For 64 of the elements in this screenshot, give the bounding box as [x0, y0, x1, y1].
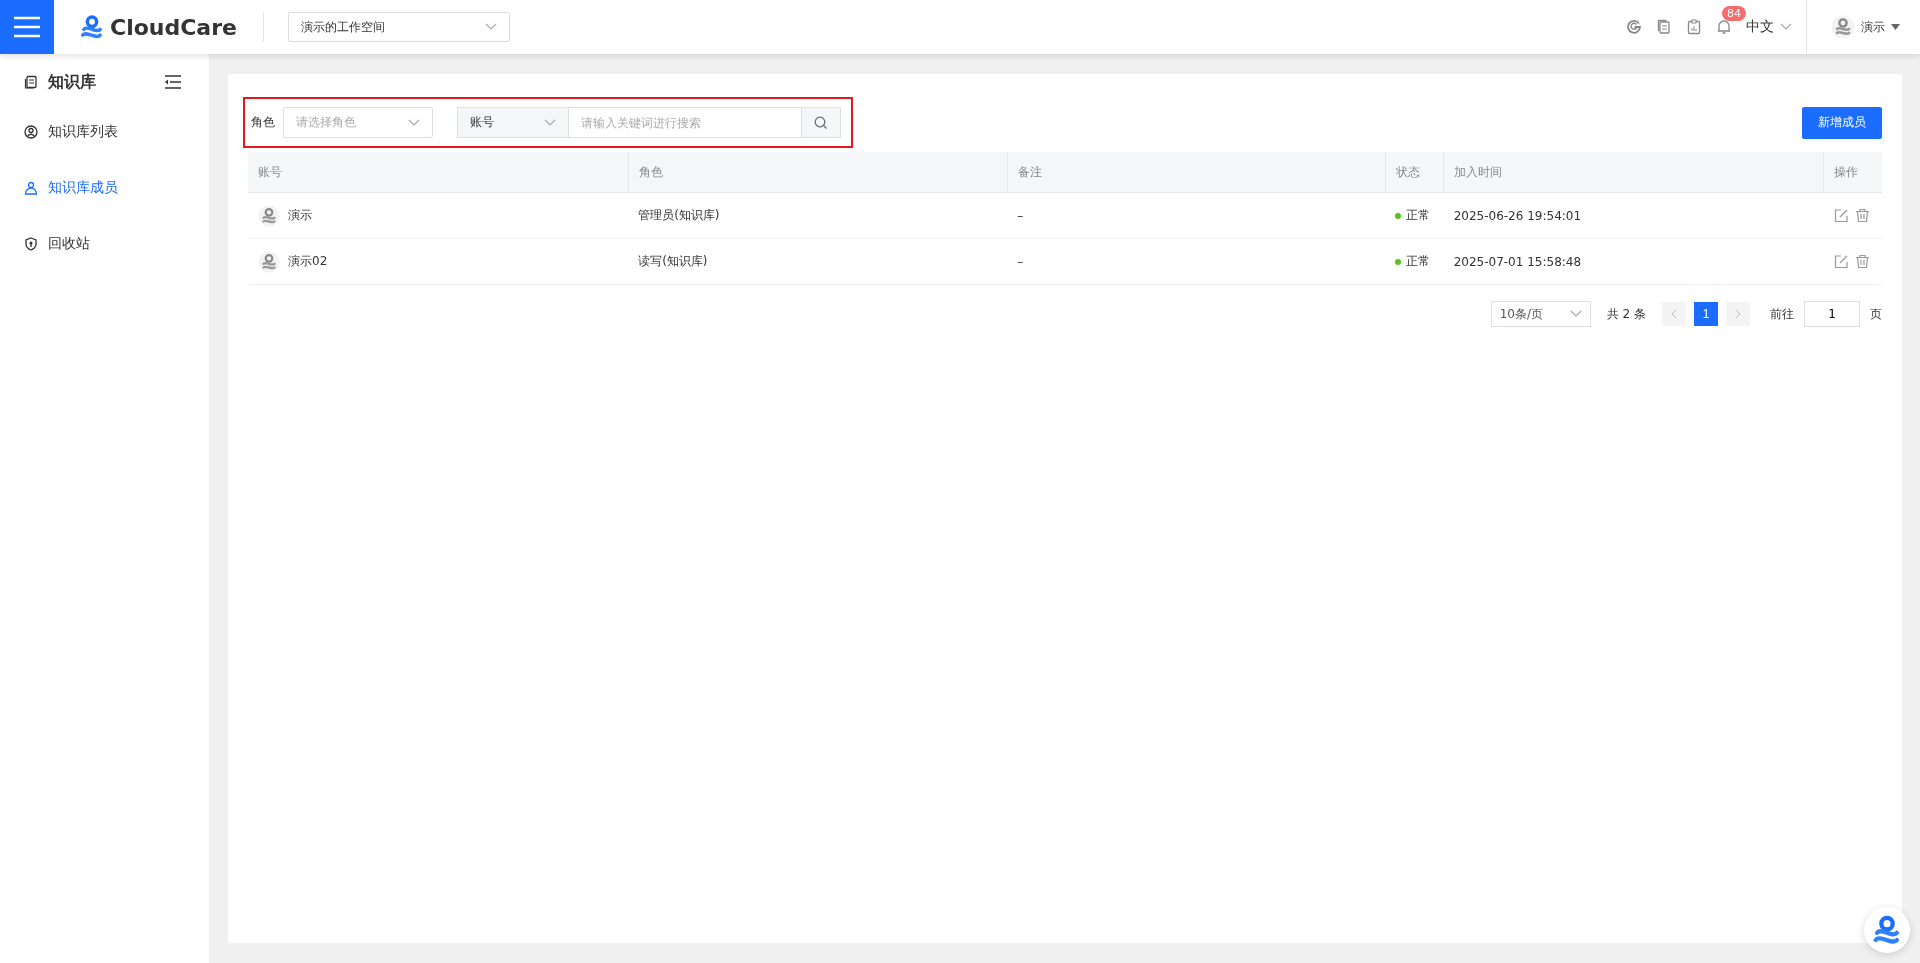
avatar-icon — [258, 204, 280, 227]
bell-icon[interactable] — [1716, 19, 1732, 35]
menu-button[interactable] — [0, 0, 54, 54]
table-cell: 读写(知识库) — [638, 254, 708, 268]
table-cell: 2025-06-26 19:54:01 — [1453, 208, 1582, 223]
collapse-icon[interactable] — [165, 75, 181, 89]
sidebar-item[interactable]: 知识库成员 — [0, 160, 209, 216]
notification-badge: 84 — [1722, 6, 1746, 21]
workspace-select[interactable]: 演示的工作空间 — [288, 12, 510, 42]
search-icon — [814, 115, 828, 130]
avatar-icon — [1831, 15, 1855, 39]
sidebar-item[interactable]: 回收站 — [0, 216, 209, 272]
status-text: 正常 — [1406, 207, 1431, 224]
table-cell: 2025-07-01 15:58:48 — [1453, 254, 1582, 269]
table-cell: 演示02 — [288, 253, 328, 270]
column-header: 角色 — [628, 152, 1008, 193]
column-header: 备注 — [1007, 152, 1386, 193]
chevron-down-icon — [544, 118, 556, 127]
sidebar-item[interactable]: 知识库列表 — [0, 104, 209, 160]
total-count: 共 2 条 — [1606, 305, 1646, 323]
g-icon[interactable] — [1626, 19, 1642, 35]
user-circle-icon — [24, 125, 38, 139]
avatar-icon — [258, 250, 280, 273]
chevron-right-icon — [1735, 309, 1741, 319]
chevron-down-icon — [485, 23, 497, 31]
copy-icon[interactable] — [1656, 19, 1672, 35]
chevron-left-icon — [1671, 309, 1677, 319]
add-member-button[interactable]: 新增成员 — [1802, 106, 1882, 139]
edit-icon[interactable] — [1833, 208, 1849, 223]
page-size-select[interactable]: 10条/页 — [1490, 301, 1591, 327]
page-suffix: 页 — [1870, 305, 1882, 323]
status-text: 正常 — [1406, 253, 1431, 270]
table-cell: – — [1017, 208, 1024, 223]
column-header: 账号 — [248, 152, 629, 193]
edit-icon[interactable] — [1833, 254, 1849, 269]
role-label: 角色 — [251, 114, 275, 131]
chevron-down-icon — [1569, 310, 1582, 318]
search-field[interactable]: 请输入关键词进行搜索 — [569, 107, 801, 138]
sidebar-title: 知识库 — [48, 71, 97, 93]
table-cell: 管理员(知识库) — [638, 208, 720, 222]
language-select[interactable]: 中文 — [1746, 18, 1792, 36]
chevron-down-icon — [1780, 23, 1792, 31]
caret-icon — [1891, 24, 1900, 30]
assistant-button[interactable] — [1864, 907, 1910, 953]
goto-label: 前往 — [1770, 305, 1794, 323]
page-button[interactable]: 1 — [1694, 302, 1718, 326]
column-header: 状态 — [1385, 152, 1444, 193]
document-icon — [24, 75, 38, 89]
field-select[interactable]: 账号 — [457, 107, 569, 138]
column-header: 操作 — [1823, 152, 1882, 193]
delete-icon[interactable] — [1854, 208, 1870, 223]
table-cell: – — [1017, 254, 1024, 269]
column-header: 加入时间 — [1443, 152, 1824, 193]
members-icon — [24, 181, 38, 195]
search-button[interactable] — [801, 107, 841, 138]
menu-icon — [14, 16, 40, 38]
user-menu[interactable]: 演示 — [1806, 0, 1920, 54]
delete-icon[interactable] — [1854, 254, 1870, 269]
clipboard-chart-icon[interactable] — [1686, 19, 1702, 35]
logo-text: CloudCare — [110, 14, 237, 40]
goto-page-field[interactable]: 1 — [1804, 301, 1860, 327]
table-cell: 演示 — [288, 207, 312, 224]
shield-icon — [24, 237, 38, 251]
chevron-down-icon — [408, 118, 420, 127]
